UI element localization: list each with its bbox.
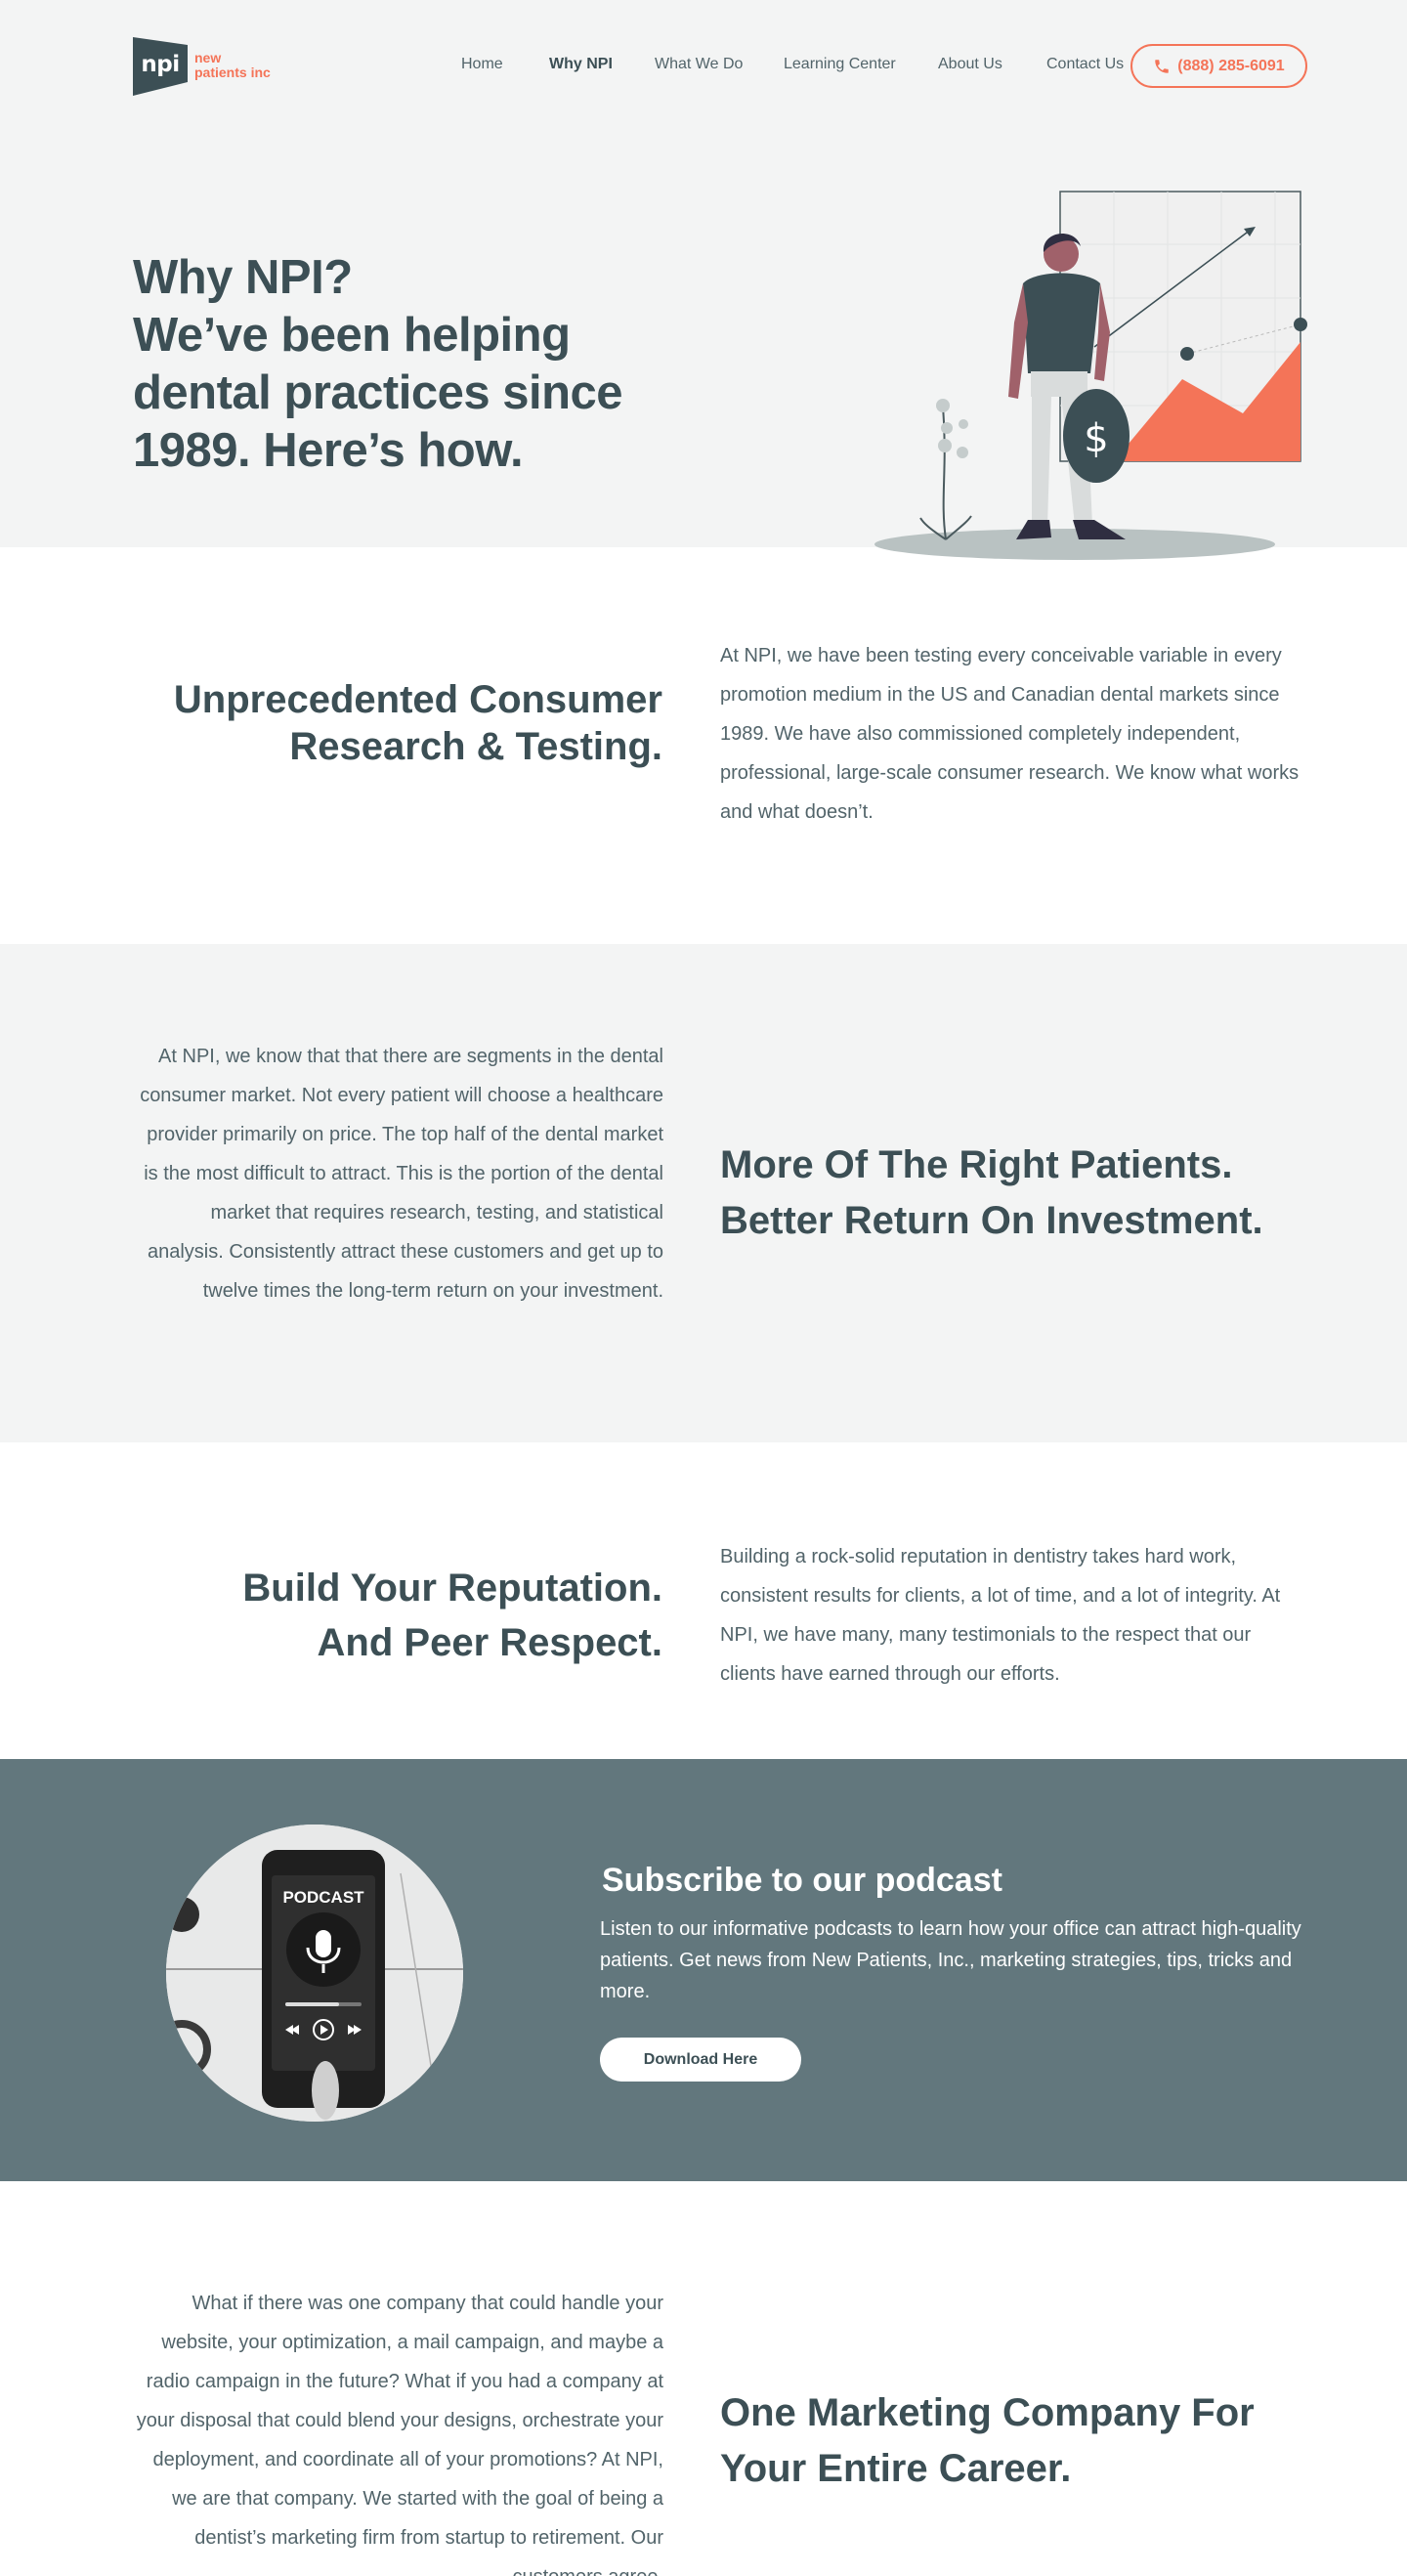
career-heading-line-2: Your Entire Career. — [720, 2447, 1072, 2490]
hero-title-line-4: 1989. Here’s how. — [133, 424, 524, 477]
nav-why-npi[interactable]: Why NPI — [549, 56, 613, 73]
download-podcast-button[interactable]: Download Here — [600, 2038, 801, 2082]
nav-learning-center[interactable]: Learning Center — [784, 56, 896, 73]
podcast-phone-image: PODCAST — [166, 1825, 463, 2122]
patients-body: At NPI, we know that that there are segm… — [140, 1046, 663, 1302]
research-heading-line-2: Research & Testing. — [289, 725, 662, 768]
hero-title-line-2: We’ve been helping — [133, 309, 571, 362]
podcast-title: Subscribe to our podcast — [602, 1862, 1002, 1899]
nav-contact-us[interactable]: Contact Us — [1046, 56, 1124, 73]
hero-title-line-1: Why NPI? — [133, 251, 353, 304]
hero-section: npi new patients inc Home Why NPI What W… — [0, 0, 1407, 560]
research-heading: Unprecedented Consumer Research & Testin… — [98, 676, 662, 770]
patients-heading: More Of The Right Patients. Better Retur… — [720, 1138, 1345, 1249]
nav-what-we-do[interactable]: What We Do — [655, 56, 743, 73]
reputation-heading-line-2: And Peer Respect. — [317, 1621, 662, 1664]
dollar-coin: $ — [1063, 389, 1130, 483]
phone-number: (888) 285-6091 — [1177, 57, 1285, 74]
research-body: At NPI, we have been testing every conce… — [720, 645, 1300, 823]
career-heading: One Marketing Company For Your Entire Ca… — [720, 2385, 1345, 2497]
patients-heading-line-2: Better Return On Investment. — [720, 1199, 1263, 1242]
reputation-body: Building a rock-solid reputation in dent… — [720, 1546, 1281, 1685]
reputation-heading: Build Your Reputation. And Peer Respect. — [98, 1561, 662, 1670]
growth-chart-illustration: $ — [874, 191, 1307, 560]
research-heading-line-1: Unprecedented Consumer — [173, 678, 662, 721]
hero-title-line-3: dental practices since — [133, 366, 623, 419]
podcast-description: Listen to our informative podcasts to le… — [600, 1918, 1301, 2002]
reputation-heading-line-1: Build Your Reputation. — [242, 1567, 662, 1610]
svg-text:PODCAST: PODCAST — [282, 1888, 364, 1907]
phone-button[interactable]: (888) 285-6091 — [1130, 44, 1307, 88]
career-heading-line-1: One Marketing Company For — [720, 2391, 1255, 2434]
career-body: What if there was one company that could… — [136, 2293, 663, 2576]
phone-icon — [1155, 59, 1170, 73]
page-title: Why NPI? We’ve been helping dental pract… — [133, 249, 719, 480]
patients-heading-line-1: More Of The Right Patients. — [720, 1143, 1233, 1186]
svg-text:$: $ — [1084, 416, 1108, 461]
nav-home[interactable]: Home — [461, 56, 503, 73]
nav-about-us[interactable]: About Us — [938, 56, 1002, 73]
